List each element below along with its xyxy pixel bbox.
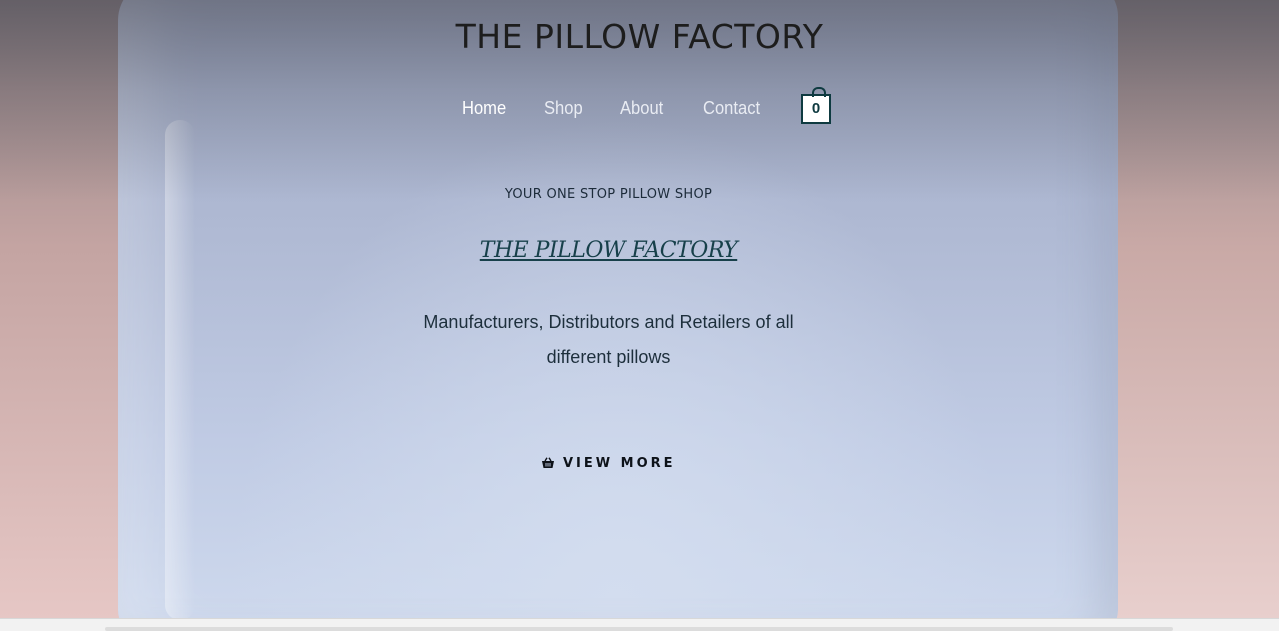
hero-script-title: THE PILLOW FACTORY bbox=[479, 238, 738, 263]
nav-item-about[interactable]: About bbox=[620, 98, 663, 119]
cart-count: 0 bbox=[811, 100, 821, 117]
cart-button[interactable]: 0 bbox=[801, 87, 831, 124]
hero-tagline: YOUR ONE STOP PILLOW SHOP bbox=[504, 187, 713, 202]
main-nav: Home Shop About Contact 0 bbox=[0, 87, 1279, 126]
shopping-bag-icon bbox=[812, 87, 826, 97]
basket-icon bbox=[541, 457, 555, 469]
bottom-divider bbox=[105, 627, 1173, 631]
site-title[interactable]: THE PILLOW FACTORY bbox=[0, 17, 1279, 56]
nav-item-shop[interactable]: Shop bbox=[544, 98, 583, 119]
bottom-strip bbox=[0, 618, 1279, 631]
hero-section: THE PILLOW FACTORY Home Shop About Conta… bbox=[0, 0, 1279, 618]
hero-description: Manufacturers, Distributors and Retailer… bbox=[423, 312, 794, 367]
view-more-label: VIEW MORE bbox=[563, 455, 676, 471]
view-more-button[interactable]: VIEW MORE bbox=[541, 453, 676, 473]
nav-item-contact[interactable]: Contact bbox=[703, 98, 760, 119]
nav-item-home[interactable]: Home bbox=[462, 98, 506, 119]
